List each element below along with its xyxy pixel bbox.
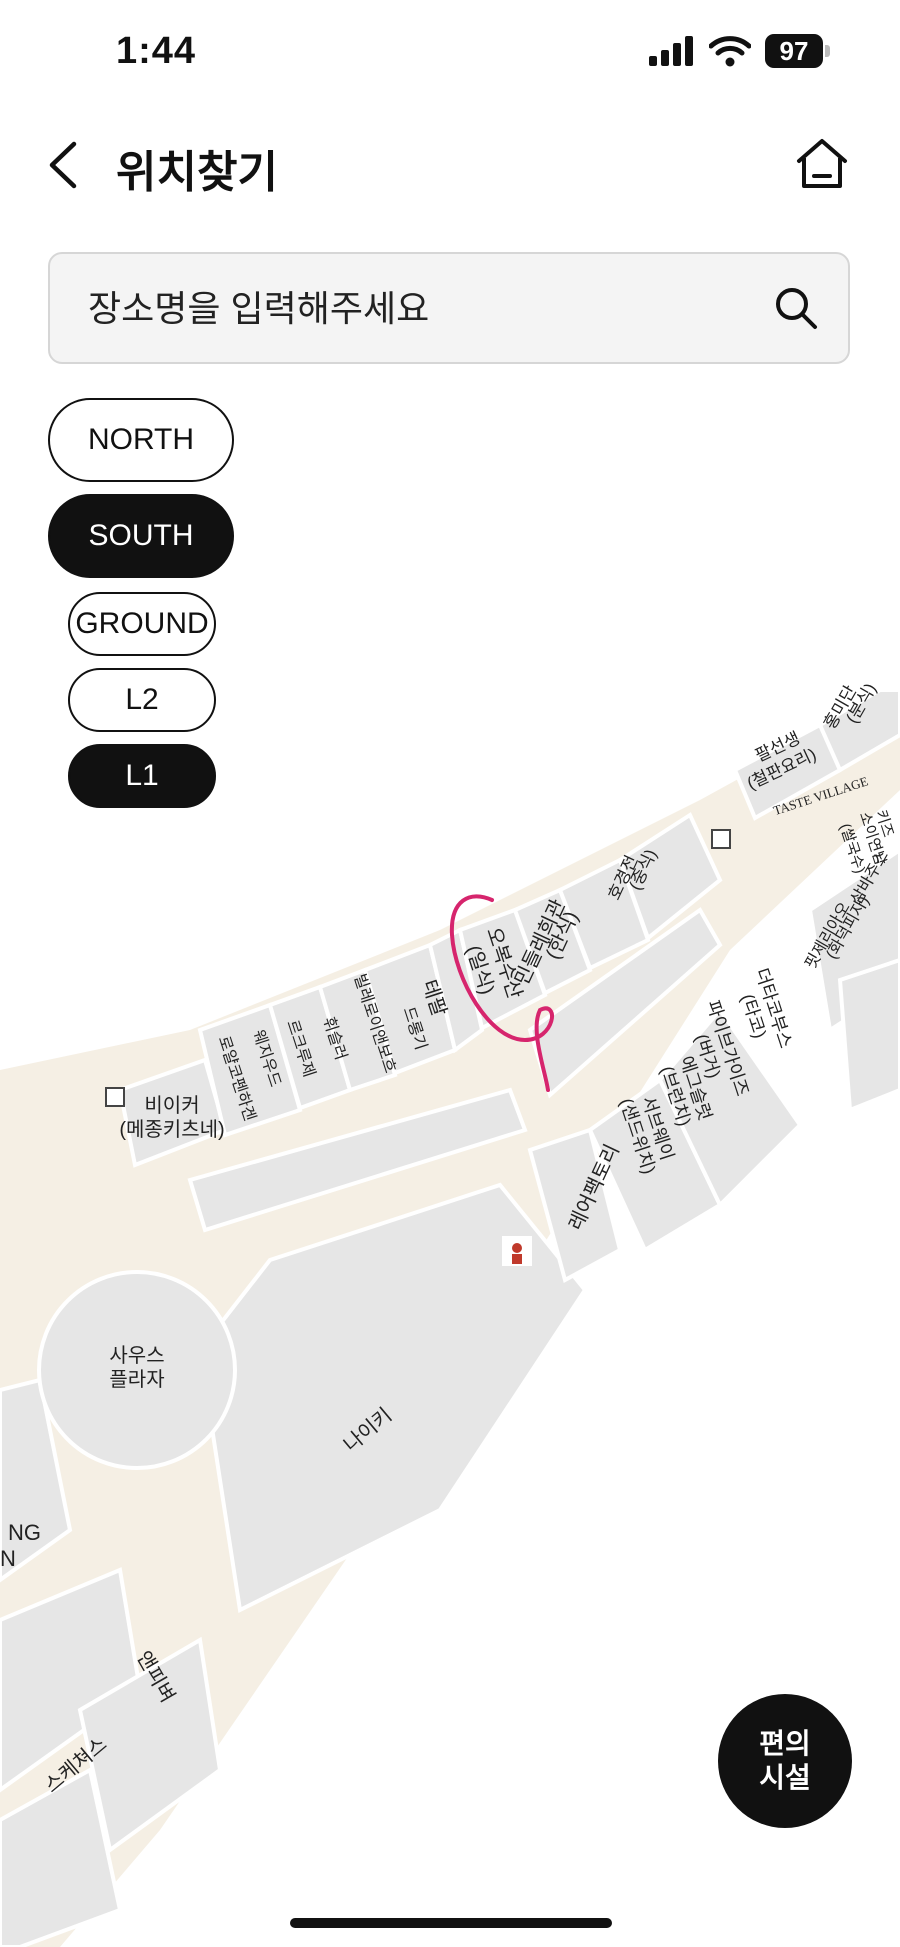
search-icon[interactable] bbox=[774, 286, 818, 330]
floor-l1-button[interactable]: L1 bbox=[68, 744, 216, 808]
store-label-partial: NG bbox=[8, 1520, 41, 1545]
store-label-beaker: (메종키츠네) bbox=[119, 1118, 224, 1141]
facilities-label: 편의 bbox=[759, 1728, 811, 1759]
status-bar: 1:44 97 bbox=[0, 0, 900, 110]
status-icons: 97 bbox=[649, 34, 830, 68]
store-block bbox=[837, 957, 900, 1113]
page-title: 위치찾기 bbox=[116, 148, 278, 197]
back-button[interactable] bbox=[42, 138, 86, 192]
zone-north-button[interactable]: NORTH bbox=[48, 398, 234, 482]
store-label-partial: N bbox=[0, 1546, 16, 1571]
status-time: 1:44 bbox=[116, 30, 197, 72]
chevron-left-icon bbox=[49, 141, 77, 189]
facilities-label: 시설 bbox=[759, 1762, 811, 1793]
facilities-button[interactable]: 편의 시설 bbox=[718, 1694, 852, 1828]
floor-l2-button[interactable]: L2 bbox=[68, 668, 216, 732]
floor-ground-button[interactable]: GROUND bbox=[68, 592, 216, 656]
plaza-label: 플라자 bbox=[109, 1368, 164, 1391]
search-box bbox=[48, 252, 850, 364]
home-button[interactable] bbox=[794, 136, 850, 192]
home-indicator bbox=[290, 1918, 612, 1928]
home-icon bbox=[797, 139, 847, 188]
zone-south-button[interactable]: SOUTH bbox=[48, 494, 234, 578]
battery-icon: 97 bbox=[765, 34, 830, 68]
plaza-label: 사우스 bbox=[109, 1344, 164, 1367]
wifi-icon bbox=[709, 36, 751, 67]
header: 위치찾기 bbox=[0, 120, 900, 210]
search-input[interactable] bbox=[86, 254, 740, 364]
battery-level: 97 bbox=[765, 34, 823, 68]
store-label-beaker: 비이커 bbox=[144, 1094, 199, 1117]
signal-icon bbox=[649, 36, 693, 66]
